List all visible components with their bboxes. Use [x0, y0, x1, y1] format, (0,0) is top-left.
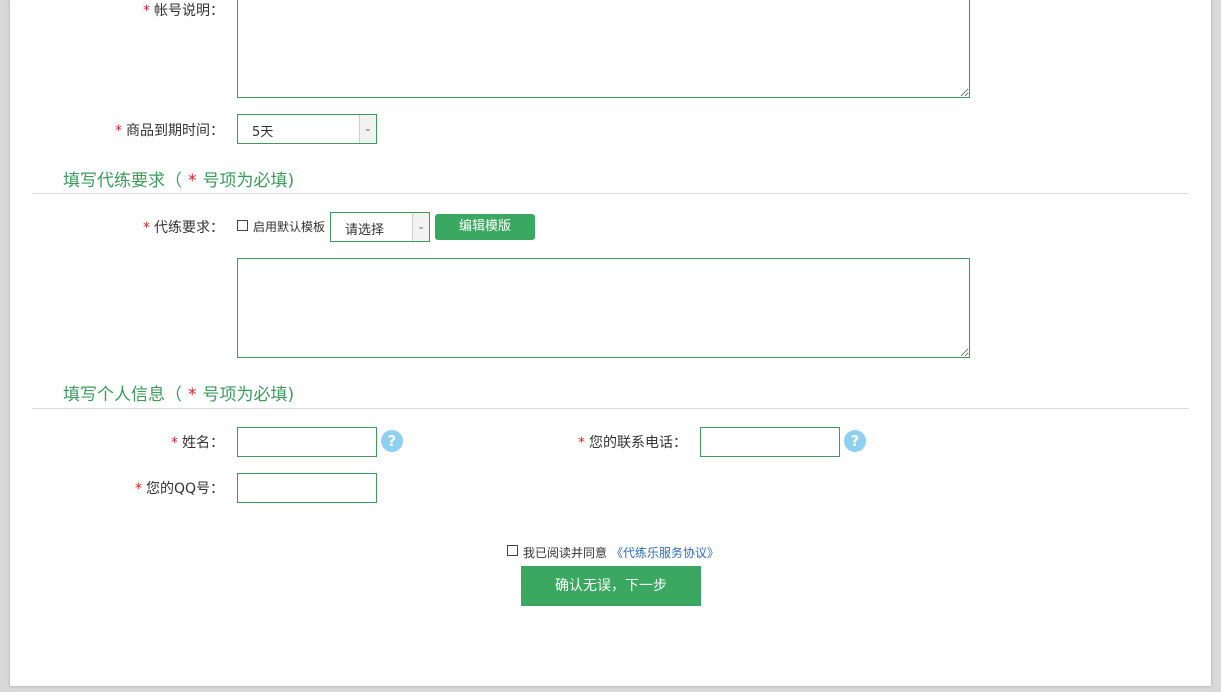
requirements-section-title: 填写代练要求（ * 号项为必填) — [63, 171, 295, 191]
form-panel: * 帐号说明： * 商品到期时间： 5天 ⌄ 填写代练要求（ * 号项为必填) * 代练要… — [10, 0, 1211, 686]
account-desc-label: * 帐号说明： — [143, 3, 224, 19]
agreement-checkbox[interactable] — [507, 545, 518, 556]
requirements-textarea[interactable] — [237, 258, 970, 358]
help-icon[interactable]: ? — [381, 430, 403, 452]
phone-label: * 您的联系电话： — [578, 435, 687, 451]
required-mark: * — [171, 435, 178, 451]
name-label: * 姓名： — [171, 435, 224, 451]
required-mark: * — [143, 220, 150, 236]
divider — [32, 193, 1189, 194]
required-mark: * — [134, 481, 142, 497]
expire-label: * 商品到期时间： — [115, 123, 224, 139]
expire-select-value: 5天 — [252, 125, 274, 140]
expire-select[interactable]: 5天 ⌄ — [237, 114, 377, 144]
use-template-checkbox[interactable] — [237, 220, 248, 231]
help-icon[interactable]: ? — [844, 430, 866, 452]
required-mark: * — [578, 435, 585, 451]
agreement-link[interactable]: 《代练乐服务协议》 — [611, 544, 719, 561]
agreement-text: 我已阅读并同意 — [523, 546, 608, 560]
qq-label: * 您的QQ号： — [134, 481, 224, 497]
required-mark: * — [143, 3, 150, 19]
account-desc-textarea[interactable] — [237, 0, 970, 98]
edit-template-button[interactable]: 编辑模版 — [435, 214, 535, 240]
phone-input[interactable] — [700, 427, 840, 457]
requirements-label: * 代练要求： — [143, 220, 224, 236]
personal-section-title: 填写个人信息（ * 号项为必填) — [63, 385, 295, 405]
chevron-down-icon: ⌄ — [359, 115, 376, 143]
submit-button[interactable]: 确认无误，下一步 — [521, 566, 701, 606]
divider — [32, 408, 1189, 409]
chevron-down-icon: ⌄ — [412, 213, 429, 241]
qq-input[interactable] — [237, 473, 377, 503]
template-select-value: 请选择 — [345, 223, 385, 238]
use-template-label: 启用默认模板 — [253, 220, 326, 234]
template-select[interactable]: 请选择 ⌄ — [330, 212, 430, 242]
name-input[interactable] — [237, 427, 377, 457]
required-mark: * — [115, 123, 122, 139]
